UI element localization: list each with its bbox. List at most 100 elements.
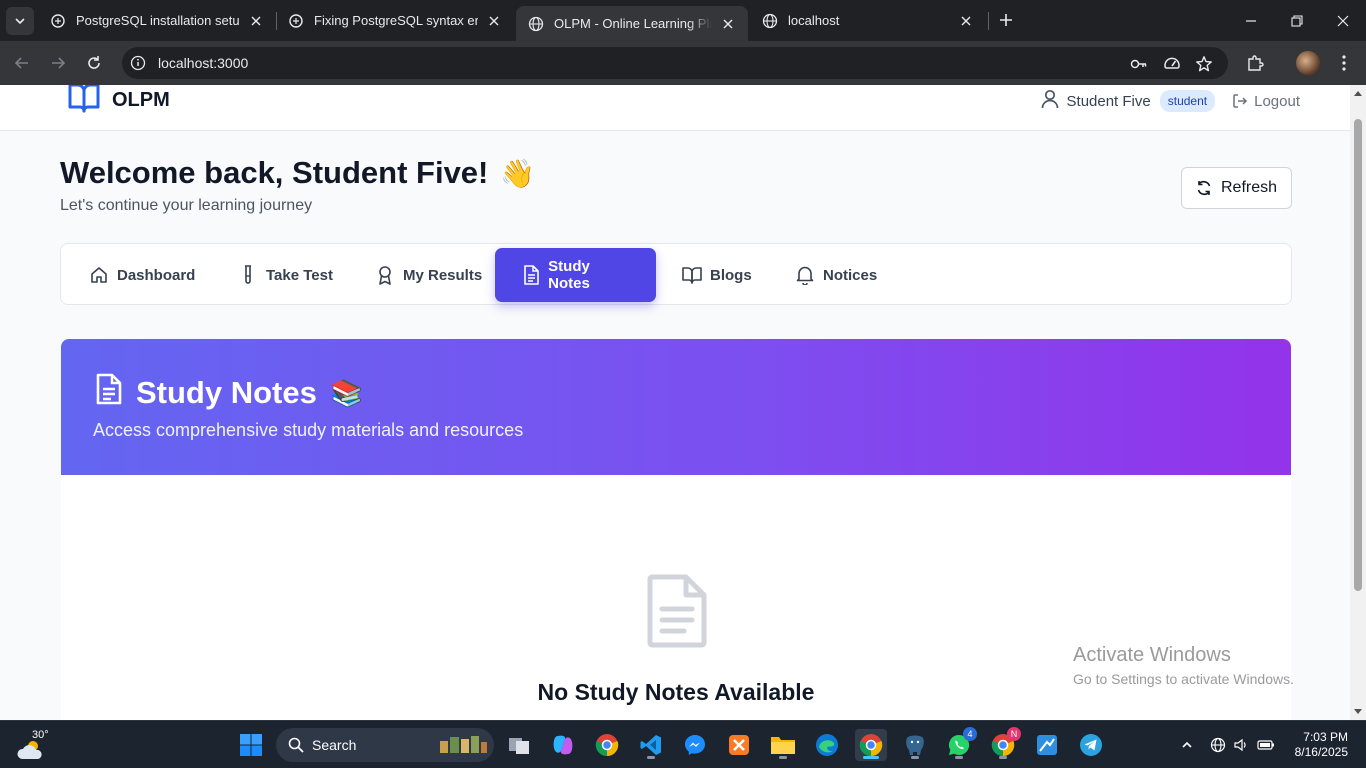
close-tab-icon[interactable] [248, 13, 264, 29]
test-tube-icon [238, 265, 258, 285]
nav-tab-notices[interactable]: Notices [767, 248, 901, 302]
close-tab-icon[interactable] [958, 13, 974, 29]
running-indicator [999, 756, 1007, 759]
bookmark-star-icon[interactable] [1195, 55, 1213, 73]
clock-date: 8/16/2025 [1294, 745, 1348, 759]
browser-tab[interactable]: localhost [750, 0, 986, 41]
browser-menu-icon[interactable] [1332, 51, 1356, 75]
nav-tab-blogs[interactable]: Blogs [654, 248, 776, 302]
new-tab-button[interactable] [994, 8, 1018, 32]
taskbar-search[interactable]: Search [276, 728, 494, 762]
tab-title: Fixing PostgreSQL syntax error [314, 13, 478, 28]
profile-avatar[interactable] [1296, 51, 1320, 75]
telegram-app[interactable] [1075, 729, 1107, 761]
edge-icon [816, 734, 838, 756]
refresh-button[interactable]: Refresh [1181, 167, 1292, 209]
user-area: Student Five student Logout [1041, 89, 1300, 113]
globe-icon [762, 13, 778, 29]
copilot-icon [553, 735, 573, 755]
reload-button[interactable] [82, 51, 106, 75]
logout-button[interactable]: Logout [1232, 93, 1300, 110]
restore-button[interactable] [1274, 0, 1320, 41]
watermark-line1: Activate Windows [1073, 644, 1231, 666]
brand[interactable]: OLPM [68, 85, 170, 118]
browser-tab[interactable]: PostgreSQL installation setup [38, 0, 276, 41]
chevron-down-icon [15, 18, 25, 25]
search-label: Search [312, 737, 357, 753]
start-button[interactable] [235, 729, 267, 761]
minimize-button[interactable] [1228, 0, 1274, 41]
book-open-logo-icon [68, 85, 100, 118]
forward-button[interactable] [46, 51, 70, 75]
edge-app[interactable] [811, 729, 843, 761]
close-window-button[interactable] [1320, 0, 1366, 41]
empty-file-icon [646, 573, 708, 654]
refresh-icon [1197, 180, 1211, 196]
task-view-button[interactable] [503, 729, 535, 761]
url-text: localhost:3000 [158, 55, 249, 71]
minimize-icon [1246, 19, 1256, 22]
running-indicator [911, 756, 919, 759]
back-button[interactable] [10, 51, 34, 75]
tab-search-button[interactable] [6, 7, 34, 35]
page-scrollbar[interactable] [1350, 85, 1366, 720]
close-icon [1337, 15, 1349, 26]
user-icon [1041, 89, 1059, 113]
chrome-app[interactable] [591, 729, 623, 761]
address-bar[interactable]: localhost:3000 [122, 47, 1228, 79]
vscode-app[interactable] [635, 729, 667, 761]
messenger-app[interactable] [679, 729, 711, 761]
tab-separator [988, 12, 989, 30]
windows-logo-icon [240, 734, 262, 756]
folder-icon [771, 737, 795, 754]
plus-icon [1000, 14, 1012, 26]
extensions-icon[interactable] [1243, 51, 1267, 75]
pgadmin-app[interactable] [899, 729, 931, 761]
tray-overflow-icon[interactable] [1177, 735, 1197, 755]
browser-tab-active[interactable]: OLPM - Online Learning Platform [516, 6, 748, 41]
chrome-icon [595, 734, 619, 757]
globe-icon [528, 16, 544, 32]
file-text-icon [94, 373, 124, 413]
browser-tab[interactable]: Fixing PostgreSQL syntax error [276, 0, 514, 41]
chrome-profile-app[interactable]: N [987, 727, 1021, 761]
nav-tab-label: Study Notes [548, 258, 590, 292]
home-icon [89, 265, 109, 285]
scroll-up-arrow[interactable] [1354, 91, 1362, 96]
nav-tab-study-notes[interactable]: Study Notes [495, 248, 656, 302]
running-indicator [779, 756, 787, 759]
password-key-icon[interactable] [1130, 55, 1148, 73]
xampp-app[interactable] [723, 729, 755, 761]
messenger-icon [685, 735, 705, 755]
file-explorer-app[interactable] [767, 729, 799, 761]
notification-badge: N [1007, 727, 1021, 741]
restore-icon [1291, 14, 1303, 27]
battery-icon[interactable] [1256, 735, 1276, 755]
chrome-app-active[interactable] [855, 729, 887, 761]
nav-tab-take-test[interactable]: Take Test [210, 248, 357, 302]
tab-title: PostgreSQL installation setup [76, 13, 240, 28]
copilot-app[interactable] [547, 729, 579, 761]
scroll-down-arrow[interactable] [1354, 709, 1362, 714]
volume-icon[interactable] [1231, 735, 1251, 755]
scrollbar-thumb[interactable] [1354, 119, 1362, 591]
system-clock[interactable]: 7:03 PM 8/16/2025 [1286, 730, 1348, 760]
temperature: 30° [32, 729, 49, 741]
app-header: OLPM Student Five student Logout [0, 85, 1350, 131]
nav-tab-dashboard[interactable]: Dashboard [61, 248, 219, 302]
arrow-right-icon [52, 57, 66, 69]
nav-tab-label: Take Test [266, 266, 333, 284]
running-indicator [863, 756, 879, 759]
telegram-icon [1080, 734, 1102, 756]
nav-tab-my-results[interactable]: My Results [347, 248, 506, 302]
site-info-icon[interactable] [130, 55, 146, 71]
close-tab-icon[interactable] [486, 13, 502, 29]
performance-icon[interactable] [1163, 55, 1181, 73]
whatsapp-app[interactable]: 4 [943, 727, 977, 761]
weather-widget[interactable]: 30° [16, 729, 56, 761]
close-tab-icon[interactable] [720, 16, 736, 32]
role-badge: student [1159, 90, 1216, 112]
paint-app[interactable] [1031, 729, 1063, 761]
task-view-icon [509, 738, 529, 754]
language-globe-icon[interactable] [1208, 735, 1228, 755]
